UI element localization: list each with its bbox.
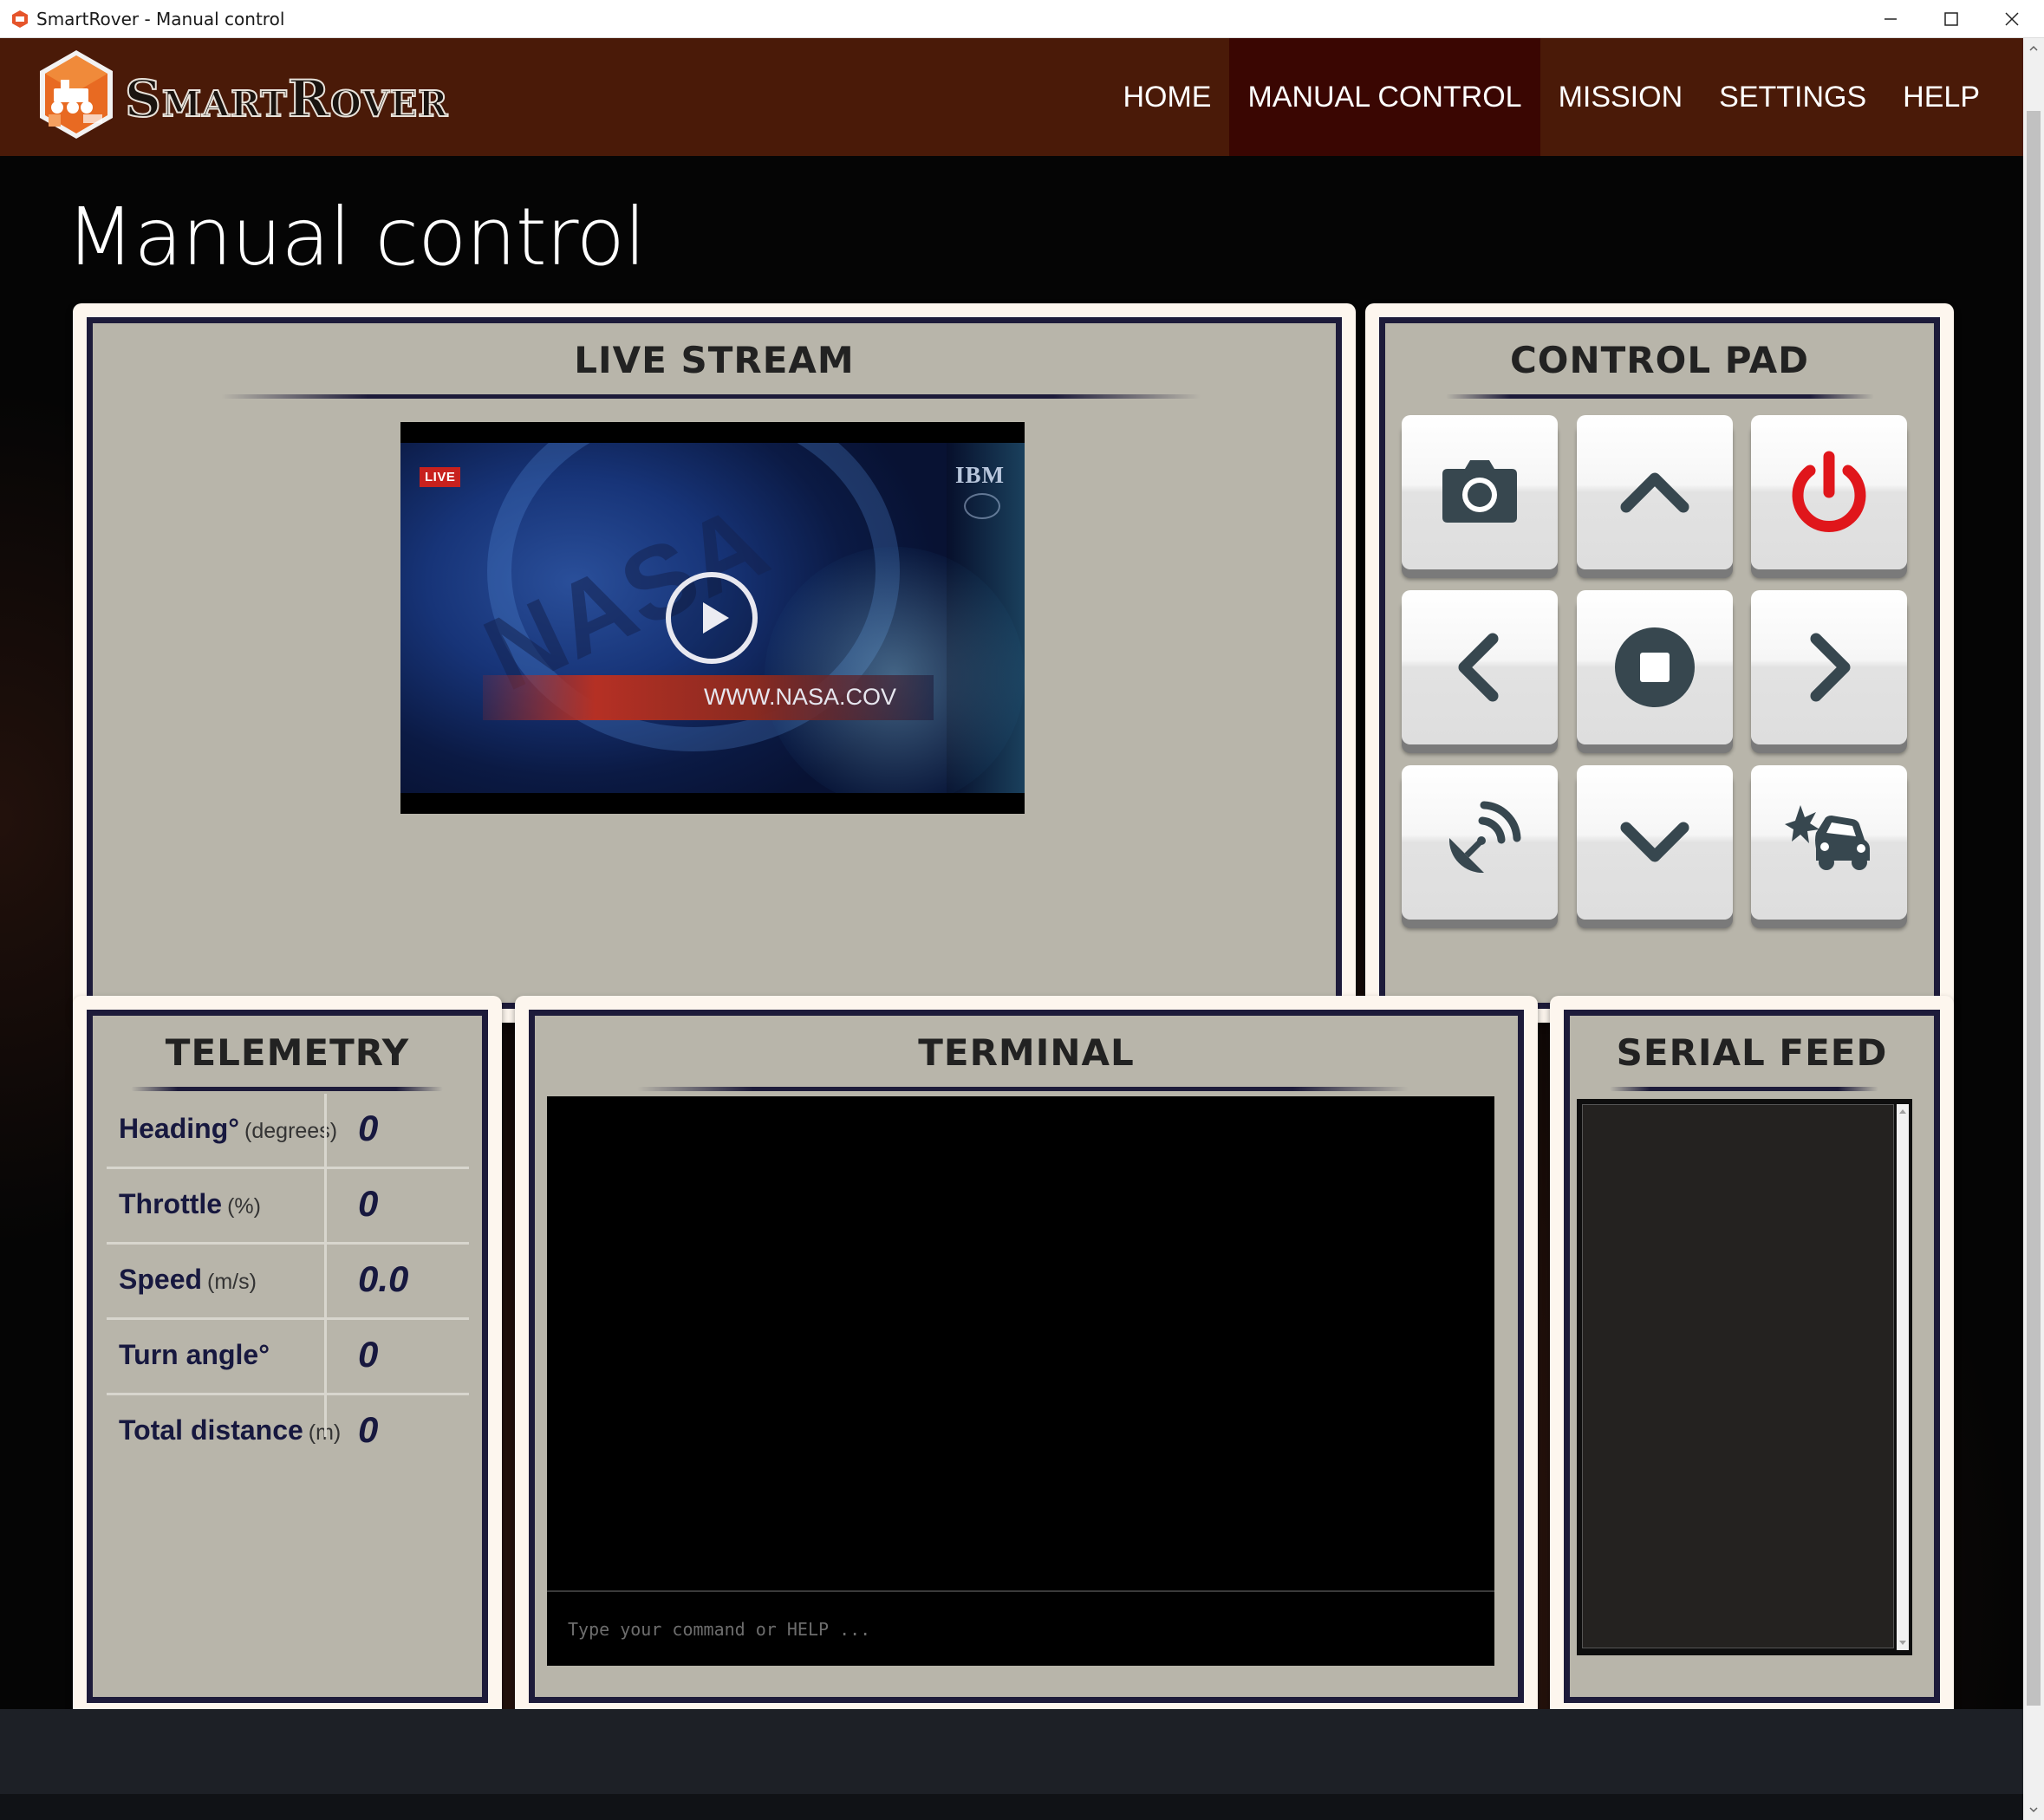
minimize-icon — [1885, 18, 1897, 20]
brand-name: SmartRover — [124, 68, 449, 129]
power-icon — [1792, 451, 1866, 532]
panel-divider — [221, 394, 1201, 399]
live-badge: LIVE — [420, 467, 461, 487]
window-scrollbar[interactable] — [2023, 38, 2044, 1820]
stop-button[interactable] — [1577, 590, 1733, 744]
app-icon — [12, 10, 28, 28]
maximize-icon — [1944, 12, 1958, 26]
chevron-down-icon — [1620, 822, 1689, 862]
backward-button[interactable] — [1577, 765, 1733, 920]
page-footer-bottom — [0, 1794, 2023, 1820]
nav-home[interactable]: HOME — [1104, 38, 1229, 156]
terminal-output[interactable] — [547, 1096, 1494, 1666]
chevron-up-icon — [2029, 45, 2038, 51]
terminal-title: TERMINAL — [918, 1031, 1135, 1074]
control-pad-panel: CONTROL PAD — [1365, 303, 1954, 1023]
telemetry-row-heading: Heading° (degrees) 0 — [107, 1094, 469, 1169]
nav-mission[interactable]: MISSION — [1540, 38, 1702, 156]
car-crash-icon — [1785, 805, 1870, 870]
main-nav: HOME MANUAL CONTROL MISSION SETTINGS HEL… — [1104, 38, 2023, 156]
close-icon — [2005, 12, 2019, 26]
nav-help[interactable]: HELP — [1885, 38, 2023, 156]
camera-icon — [1442, 460, 1517, 523]
video-player[interactable]: NASA WWW.NASA.COV IBM LIVE — [400, 422, 1025, 814]
heading-value: 0 — [358, 1108, 379, 1148]
telemetry-label: Total distance(m) — [119, 1414, 341, 1446]
video-url-text: WWW.NASA.COV — [704, 684, 896, 710]
speed-value: 0.0 — [358, 1258, 409, 1299]
serial-feed-title: SERIAL FEED — [1616, 1031, 1888, 1074]
telemetry-label: Heading° (degrees) — [119, 1113, 338, 1144]
panel-divider — [131, 1087, 443, 1091]
telemetry-row-speed: Speed (m/s) 0.0 — [107, 1245, 469, 1320]
scroll-up-icon[interactable] — [1897, 1106, 1909, 1118]
window-title: SmartRover - Manual control — [36, 9, 285, 29]
satellite-dish-icon — [1448, 801, 1521, 874]
maximize-button[interactable] — [1921, 0, 1982, 38]
forward-button[interactable] — [1577, 415, 1733, 569]
minimize-button[interactable] — [1860, 0, 1921, 38]
stop-icon — [1615, 627, 1695, 707]
collision-button[interactable] — [1751, 765, 1907, 920]
serial-feed-scrollbar[interactable] — [1897, 1104, 1909, 1650]
scroll-down-icon[interactable] — [1897, 1636, 1909, 1648]
serial-feed-panel: SERIAL FEED — [1550, 996, 1954, 1717]
chevron-down-icon — [2029, 1807, 2038, 1813]
telemetry-row-turn-angle: Turn angle° 0 — [107, 1320, 469, 1395]
nav-settings[interactable]: SETTINGS — [1701, 38, 1885, 156]
telemetry-unit: (m/s) — [207, 1270, 257, 1294]
terminal-panel: TERMINAL — [515, 996, 1538, 1717]
window-titlebar: SmartRover - Manual control — [0, 0, 2044, 38]
telemetry-frame: TELEMETRY Heading° (degrees) 0 Throttle (%… — [87, 1010, 488, 1703]
serial-feed-box — [1577, 1099, 1912, 1655]
terminal-command-input[interactable] — [547, 1590, 1494, 1666]
chevron-right-icon — [1810, 633, 1851, 702]
right-button[interactable] — [1751, 590, 1907, 744]
panel-divider — [637, 1087, 1409, 1091]
telemetry-column-divider — [324, 1094, 327, 1437]
video-brand-text: IBM — [955, 462, 1005, 488]
control-pad-frame: CONTROL PAD — [1379, 317, 1940, 1009]
terminal-frame: TERMINAL — [529, 1010, 1524, 1703]
telemetry-label: Speed (m/s) — [119, 1264, 257, 1295]
serial-feed-textarea[interactable] — [1582, 1104, 1894, 1648]
telemetry-unit: (degrees) — [244, 1119, 338, 1143]
nav-manual-control[interactable]: MANUAL CONTROL — [1229, 38, 1540, 156]
telemetry-table: Heading° (degrees) 0 Throttle (%) 0 Speed(… — [107, 1094, 469, 1458]
live-stream-title: LIVE STREAM — [574, 339, 855, 381]
telemetry-row-total-distance: Total distance(m) 0 — [107, 1395, 469, 1458]
control-pad-title: CONTROL PAD — [1509, 339, 1810, 381]
scroll-down-arrow[interactable] — [2023, 1799, 2044, 1820]
panel-divider — [1610, 1087, 1878, 1091]
page-title: Manual control — [66, 191, 646, 283]
telemetry-label: Throttle (%) — [119, 1188, 261, 1219]
live-stream-frame: LIVE STREAM NASA WWW.NASA.COV IBM LIVE — [87, 317, 1342, 1009]
telemetry-unit: (%) — [227, 1194, 261, 1219]
rover-logo-icon[interactable] — [35, 47, 118, 142]
chevron-up-icon — [1620, 472, 1689, 513]
app-viewport: SmartRover HOME MANUAL CONTROL MISSION S… — [0, 38, 2023, 1820]
scroll-up-arrow[interactable] — [2023, 38, 2044, 59]
live-stream-panel: LIVE STREAM NASA WWW.NASA.COV IBM LIVE — [73, 303, 1356, 1023]
scan-button[interactable] — [1402, 765, 1558, 920]
play-icon[interactable] — [665, 571, 758, 665]
telemetry-panel: TELEMETRY Heading° (degrees) 0 Throttle (%… — [73, 996, 502, 1717]
telemetry-title: TELEMETRY — [165, 1031, 410, 1074]
throttle-value: 0 — [358, 1183, 379, 1224]
chevron-left-icon — [1458, 633, 1499, 702]
camera-button[interactable] — [1402, 415, 1558, 569]
navbar: SmartRover HOME MANUAL CONTROL MISSION S… — [0, 38, 2023, 156]
scrollbar-thumb[interactable] — [2027, 111, 2041, 1706]
left-button[interactable] — [1402, 590, 1558, 744]
nasa-logo-icon — [964, 493, 1000, 519]
close-button[interactable] — [1982, 0, 2042, 38]
total-distance-value: 0 — [358, 1409, 379, 1450]
page-footer — [0, 1709, 2023, 1794]
power-button[interactable] — [1751, 415, 1907, 569]
telemetry-row-throttle: Throttle (%) 0 — [107, 1169, 469, 1245]
telemetry-label: Turn angle° — [119, 1339, 270, 1370]
serial-feed-frame: SERIAL FEED — [1564, 1010, 1940, 1703]
panel-divider — [1446, 394, 1874, 399]
turn-angle-value: 0 — [358, 1334, 379, 1375]
